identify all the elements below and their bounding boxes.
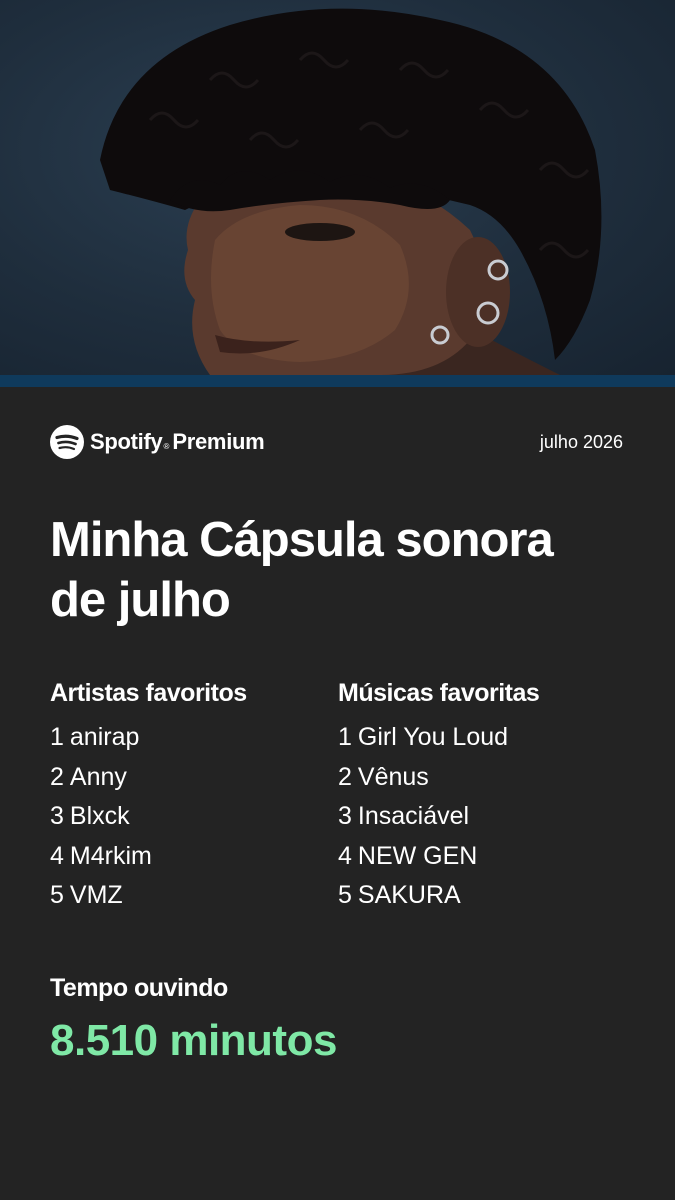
song-name: Vênus: [357, 762, 429, 791]
rank-number: 1: [50, 723, 64, 751]
top-artists-heading: Artistas favoritos: [50, 679, 247, 707]
list-item: 1 anirap: [50, 718, 330, 758]
listening-time-value: 8.510 minutos: [50, 1016, 337, 1065]
spotify-logo-icon: [50, 425, 84, 459]
list-item: 3 Blxck: [50, 797, 330, 837]
period-date: julho 2026: [539, 432, 623, 452]
artist-name: Blxck: [69, 802, 130, 830]
rank-number: 2: [50, 762, 64, 791]
song-name: Insaciável: [357, 802, 470, 830]
rank-number: 5: [338, 881, 352, 909]
brand-trademark: ®: [163, 442, 170, 451]
brand-name: Spotify: [90, 429, 163, 454]
song-name: Girl You Loud: [357, 723, 509, 751]
artist-photo: [0, 0, 675, 375]
brand-tier: Premium: [172, 429, 265, 454]
spotify-brand: Spotify ® Premium: [50, 424, 265, 460]
list-item: 2 Vênus: [338, 758, 638, 798]
top-songs-heading: Músicas favoritas: [338, 679, 540, 707]
artist-name: VMZ: [69, 881, 123, 909]
list-item: 4 NEW GEN: [338, 837, 638, 877]
song-name: SAKURA: [357, 881, 461, 909]
rank-number: 1: [338, 723, 352, 751]
top-songs: Músicas favoritas 1 Girl You Loud 2 Vênus …: [338, 676, 638, 916]
rank-number: 3: [50, 802, 64, 830]
listening-time-label: Tempo ouvindo: [50, 974, 228, 1002]
list-item: 5 VMZ: [50, 876, 330, 916]
capsule-card: Spotify ® Premium julho 2026 Minha Cápsu…: [0, 0, 675, 1200]
list-item: 5 SAKURA: [338, 876, 638, 916]
rank-number: 2: [338, 762, 352, 791]
rank-number: 3: [338, 802, 352, 830]
rank-number: 4: [50, 841, 64, 870]
list-item: 4 M4rkim: [50, 837, 330, 877]
title-line-2: de julho: [50, 573, 231, 627]
artist-name: M4rkim: [69, 841, 152, 870]
rank-number: 4: [338, 841, 352, 870]
artist-name: anirap: [69, 723, 140, 751]
song-name: NEW GEN: [357, 841, 478, 870]
list-item: 1 Girl You Loud: [338, 718, 638, 758]
list-item: 2 Anny: [50, 758, 330, 798]
photo-divider: [0, 375, 675, 387]
rank-number: 5: [50, 881, 64, 909]
title-line-1: Minha Cápsula sonora: [50, 513, 554, 567]
page-title: Minha Cápsula sonora de julho: [50, 510, 640, 630]
artist-name: Anny: [69, 762, 127, 791]
top-artists: Artistas favoritos 1 anirap 2 Anny 3 Blxck …: [50, 676, 330, 916]
list-item: 3 Insaciável: [338, 797, 638, 837]
